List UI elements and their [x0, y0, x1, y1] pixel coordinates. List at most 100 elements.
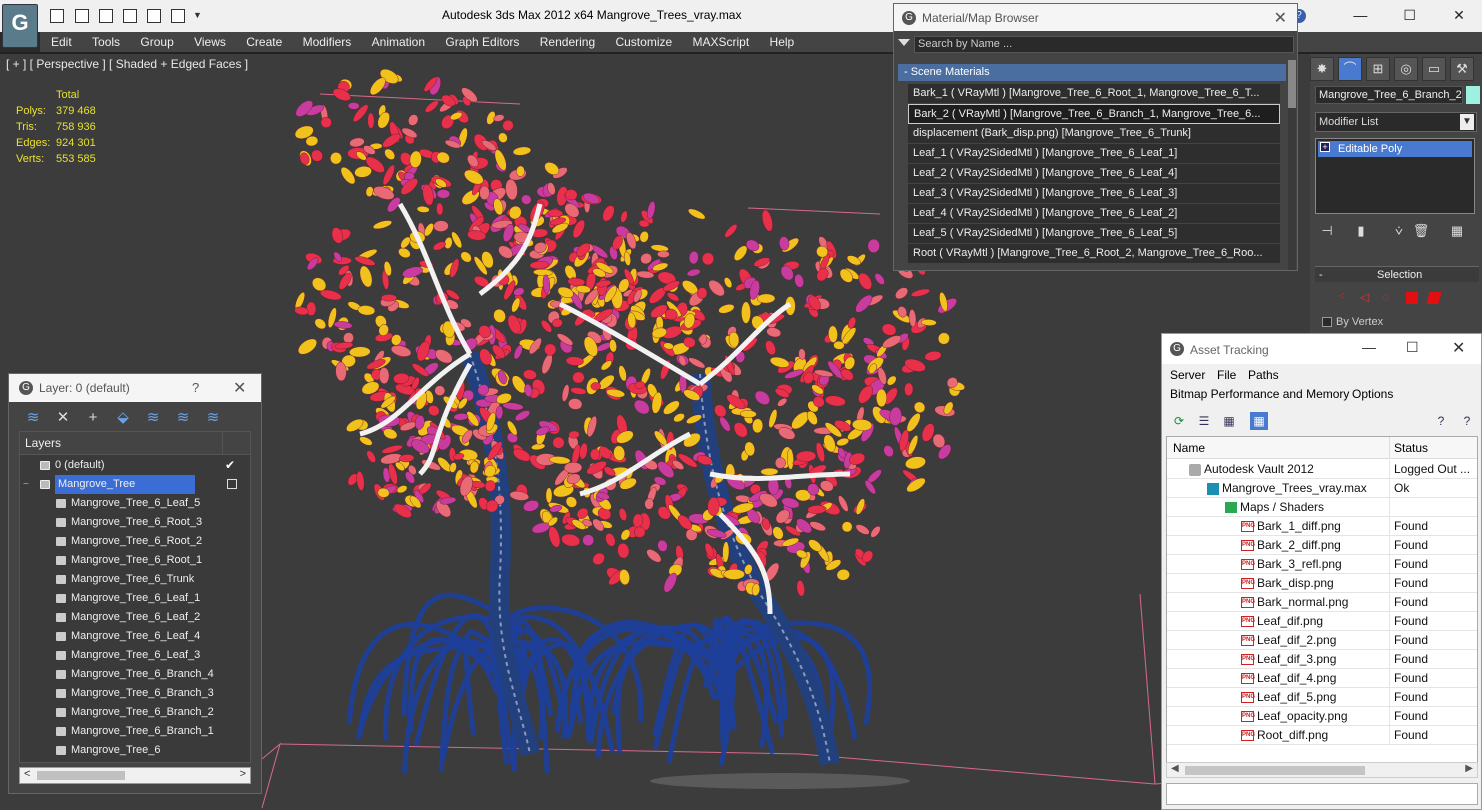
- layer-object-row[interactable]: Mangrove_Tree_6_Branch_2: [20, 703, 250, 722]
- asset-row[interactable]: PNG Leaf_dif.png Found: [1167, 612, 1477, 631]
- scene-materials-group[interactable]: - Scene Materials: [898, 64, 1286, 81]
- layer-row[interactable]: 0 (default) ✔: [20, 456, 250, 475]
- material-item[interactable]: Root ( VRayMtl ) [Mangrove_Tree_6_Root_2…: [908, 244, 1280, 264]
- layer-object-row[interactable]: Mangrove_Tree_6_Trunk: [20, 570, 250, 589]
- close-icon[interactable]: ✕: [1274, 8, 1287, 28]
- vertex-mode-icon[interactable]: ⁖: [1338, 290, 1352, 304]
- quick-access-dropdown-icon[interactable]: ▼: [193, 10, 202, 20]
- remove-modifier-icon[interactable]: 🗑: [1412, 222, 1430, 240]
- create-tab-icon[interactable]: ✸: [1310, 57, 1334, 81]
- save-icon[interactable]: [75, 9, 89, 23]
- material-item[interactable]: Bark_2 ( VRayMtl ) [Mangrove_Tree_6_Bran…: [908, 104, 1280, 124]
- viewport-label[interactable]: [ + ] [ Perspective ] [ Shaded + Edged F…: [6, 57, 248, 71]
- scroll-right-icon[interactable]: >: [240, 768, 246, 780]
- menu-tools[interactable]: Tools: [86, 32, 126, 52]
- scrollbar-thumb[interactable]: [1185, 766, 1365, 775]
- menu-maxscript[interactable]: MAXScript: [687, 32, 756, 52]
- maximize-button[interactable]: ☐: [1406, 339, 1419, 356]
- make-unique-icon[interactable]: ⩒: [1390, 222, 1408, 240]
- edge-mode-icon[interactable]: ◁: [1360, 290, 1374, 304]
- asset-row[interactable]: PNG Bark_3_refl.png Found: [1167, 555, 1477, 574]
- layer-object-row[interactable]: Mangrove_Tree_6: [20, 741, 250, 760]
- menu-server[interactable]: Server: [1170, 368, 1205, 382]
- asset-row[interactable]: PNG Leaf_opacity.png Found: [1167, 707, 1477, 726]
- show-end-result-icon[interactable]: ▮: [1352, 222, 1370, 240]
- pin-stack-icon[interactable]: ⊣: [1318, 222, 1336, 240]
- select-objects-icon[interactable]: ⬙: [113, 408, 133, 428]
- layer-object-row[interactable]: Mangrove_Tree_6_Root_1: [20, 551, 250, 570]
- table-view-icon[interactable]: ▦: [1250, 412, 1268, 430]
- undo-icon[interactable]: [99, 9, 113, 23]
- scroll-left-icon[interactable]: <: [24, 768, 30, 780]
- asset-row[interactable]: Mangrove_Trees_vray.max Ok: [1167, 479, 1477, 498]
- material-item[interactable]: Leaf_4 ( VRay2SidedMtl ) [Mangrove_Tree_…: [908, 204, 1280, 224]
- material-item[interactable]: Leaf_3 ( VRay2SidedMtl ) [Mangrove_Tree_…: [908, 184, 1280, 204]
- motion-tab-icon[interactable]: ◎: [1394, 57, 1418, 81]
- layer-object-row[interactable]: Mangrove_Tree_6_Leaf_4: [20, 627, 250, 646]
- asset-row[interactable]: Maps / Shaders: [1167, 498, 1477, 517]
- menu-bitmap-performance[interactable]: Bitmap Performance and Memory: [1170, 387, 1349, 401]
- menu-views[interactable]: Views: [188, 32, 232, 52]
- close-icon[interactable]: ✕: [233, 378, 246, 398]
- hide-all-icon[interactable]: ≋: [173, 408, 193, 428]
- help-question-icon[interactable]: ?: [192, 380, 199, 395]
- element-mode-icon[interactable]: [1426, 292, 1442, 304]
- layer-object-row[interactable]: Mangrove_Tree_6_Leaf_1: [20, 589, 250, 608]
- asset-row[interactable]: PNG Bark_1_diff.png Found: [1167, 517, 1477, 536]
- configure-sets-icon[interactable]: ▦: [1448, 222, 1466, 240]
- layer-horizontal-scrollbar[interactable]: < >: [19, 767, 251, 784]
- browser-options-dropdown-icon[interactable]: [898, 39, 910, 46]
- selection-rollout-header[interactable]: - Selection: [1315, 266, 1479, 282]
- menu-create[interactable]: Create: [240, 32, 288, 52]
- set-current-layer-box[interactable]: [227, 479, 237, 489]
- menu-options[interactable]: Options: [1352, 387, 1393, 401]
- scroll-left-icon[interactable]: ◀: [1171, 763, 1179, 774]
- close-button[interactable]: ✕: [1436, 0, 1482, 32]
- layer-object-row[interactable]: Mangrove_Tree_6_Leaf_3: [20, 646, 250, 665]
- border-mode-icon[interactable]: ◌: [1382, 290, 1396, 304]
- column-divider[interactable]: [1389, 437, 1390, 459]
- asset-row[interactable]: PNG Bark_normal.png Found: [1167, 593, 1477, 612]
- delete-layer-icon[interactable]: ✕: [53, 408, 73, 428]
- layer-object-row[interactable]: Mangrove_Tree_6_Root_2: [20, 532, 250, 551]
- open-icon[interactable]: [50, 9, 64, 23]
- asset-row[interactable]: PNG Leaf_dif_2.png Found: [1167, 631, 1477, 650]
- menu-customize[interactable]: Customize: [609, 32, 678, 52]
- layer-object-row[interactable]: Mangrove_Tree_6_Leaf_2: [20, 608, 250, 627]
- create-layer-icon[interactable]: ≋: [23, 408, 43, 428]
- column-name-header[interactable]: Name: [1173, 441, 1205, 455]
- collapse-icon[interactable]: −: [23, 475, 29, 494]
- scrollbar-thumb[interactable]: [1288, 60, 1296, 108]
- fetch-icon[interactable]: [171, 9, 185, 23]
- app-logo-button[interactable]: G: [2, 4, 38, 48]
- minimize-button[interactable]: —: [1362, 339, 1376, 355]
- list-view-icon[interactable]: ☰: [1195, 412, 1213, 430]
- hold-icon[interactable]: [147, 9, 161, 23]
- layer-row[interactable]: − Mangrove_Tree: [20, 475, 250, 494]
- utilities-tab-icon[interactable]: ⚒: [1450, 57, 1474, 81]
- menu-rendering[interactable]: Rendering: [534, 32, 601, 52]
- layer-object-row[interactable]: Mangrove_Tree_6_Branch_4: [20, 665, 250, 684]
- freeze-all-icon[interactable]: ≋: [203, 408, 223, 428]
- asset-path-field[interactable]: [1166, 783, 1478, 805]
- layer-object-row[interactable]: Mangrove_Tree_6_Leaf_5: [20, 494, 250, 513]
- by-vertex-checkbox[interactable]: By Vertex: [1322, 316, 1383, 328]
- menu-graph-editors[interactable]: Graph Editors: [439, 32, 525, 52]
- expand-plus-icon[interactable]: +: [1320, 142, 1330, 152]
- menu-animation[interactable]: Animation: [366, 32, 431, 52]
- menu-paths[interactable]: Paths: [1248, 368, 1279, 382]
- minimize-button[interactable]: —: [1337, 0, 1383, 32]
- asset-row[interactable]: PNG Leaf_dif_5.png Found: [1167, 688, 1477, 707]
- material-item[interactable]: Leaf_5 ( VRay2SidedMtl ) [Mangrove_Tree_…: [908, 224, 1280, 244]
- scrollbar-thumb[interactable]: [37, 771, 125, 780]
- asset-row[interactable]: PNG Bark_disp.png Found: [1167, 574, 1477, 593]
- vault-help-icon[interactable]: ?: [1432, 412, 1450, 430]
- search-by-name-field[interactable]: Search by Name ...: [914, 36, 1294, 53]
- menu-edit[interactable]: Edit: [45, 32, 78, 52]
- redo-icon[interactable]: [123, 9, 137, 23]
- thumbnail-view-icon[interactable]: ▦: [1220, 412, 1238, 430]
- modify-tab-icon[interactable]: ⌒: [1338, 57, 1362, 81]
- display-tab-icon[interactable]: ▭: [1422, 57, 1446, 81]
- column-status-header[interactable]: Status: [1394, 441, 1428, 455]
- material-item[interactable]: displacement (Bark_disp.png) [Mangrove_T…: [908, 124, 1280, 144]
